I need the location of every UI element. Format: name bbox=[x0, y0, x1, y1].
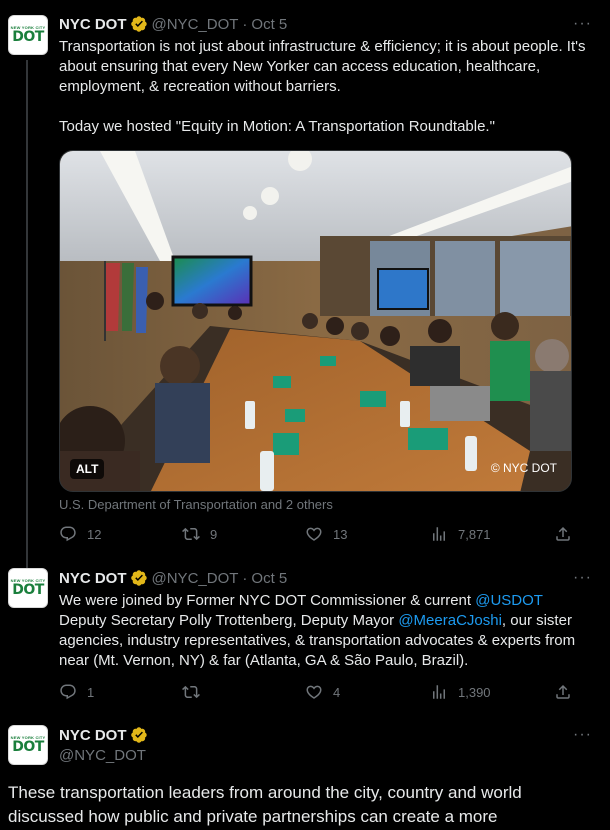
like-icon bbox=[306, 527, 322, 541]
like-icon bbox=[306, 685, 322, 699]
share-button[interactable] bbox=[554, 682, 572, 702]
handle[interactable]: @NYC_DOT bbox=[152, 570, 239, 587]
reply-icon bbox=[60, 526, 76, 542]
separator: · bbox=[242, 15, 248, 33]
tweet-header: NYC DOT @NYC_DOT · Oct 5 bbox=[59, 568, 590, 588]
tweet-paragraph-1: Transportation is not just about infrast… bbox=[59, 38, 586, 95]
avatar-logo-text: DOT bbox=[12, 29, 44, 45]
avatar[interactable]: NEW YORK CITY DOT bbox=[8, 568, 48, 608]
reply-count: 1 bbox=[87, 684, 95, 700]
like-count: 4 bbox=[333, 684, 341, 700]
mention-link[interactable]: @USDOT bbox=[475, 592, 542, 609]
tweet-text: We were joined by Former NYC DOT Commiss… bbox=[59, 591, 590, 671]
verified-badge-icon bbox=[130, 727, 147, 743]
avatar-wrapper[interactable]: NEW YORK CITY DOT bbox=[8, 15, 48, 55]
reply-button[interactable]: 1 bbox=[59, 682, 94, 702]
tweet-text-part: Deputy Secretary Polly Trottenberg, Depu… bbox=[59, 612, 399, 629]
roundtable-photo bbox=[60, 151, 571, 491]
share-icon bbox=[556, 526, 570, 541]
avatar[interactable]: NEW YORK CITY DOT bbox=[8, 15, 48, 55]
like-count: 13 bbox=[333, 526, 348, 542]
like-button[interactable]: 13 bbox=[305, 524, 347, 544]
action-bar: 12 9 13 7,871 bbox=[59, 524, 573, 544]
views-button[interactable]: 1,390 bbox=[430, 682, 491, 702]
views-count: 7,871 bbox=[458, 526, 491, 542]
tweet-header: NYC DOT @NYC_DOT · Oct 5 bbox=[59, 14, 590, 34]
avatar-wrapper[interactable]: NEW YORK CITY DOT bbox=[8, 725, 48, 765]
repost-button[interactable]: 9 bbox=[182, 524, 217, 544]
thread-line-top bbox=[26, 560, 28, 568]
tweet-text: Transportation is not just about infrast… bbox=[59, 37, 590, 137]
reply-count: 12 bbox=[87, 526, 102, 542]
tweet-header: NYC DOT bbox=[59, 725, 590, 745]
views-icon bbox=[433, 685, 445, 699]
tweet-text: These transportation leaders from around… bbox=[8, 783, 522, 826]
repost-icon bbox=[182, 527, 200, 541]
more-icon[interactable]: ··· bbox=[573, 15, 592, 33]
more-icon[interactable]: ··· bbox=[573, 569, 592, 587]
tweet-1[interactable]: NEW YORK CITY DOT NYC DOT @NYC_DOT · Oct… bbox=[0, 0, 610, 562]
avatar-logo-text: DOT bbox=[12, 582, 44, 598]
reply-button[interactable]: 12 bbox=[59, 524, 101, 544]
repost-icon bbox=[182, 685, 200, 699]
avatar-logo-text: DOT bbox=[12, 739, 44, 755]
tweet-paragraph-2: Today we hosted "Equity in Motion: A Tra… bbox=[59, 118, 495, 135]
views-button[interactable]: 7,871 bbox=[430, 524, 491, 544]
alt-text-badge[interactable]: ALT bbox=[70, 459, 105, 479]
avatar[interactable]: NEW YORK CITY DOT bbox=[8, 725, 48, 765]
action-bar: 1 4 1,390 bbox=[59, 682, 573, 702]
views-icon bbox=[433, 527, 445, 541]
handle[interactable]: @NYC_DOT bbox=[59, 747, 590, 764]
views-count: 1,390 bbox=[458, 684, 491, 700]
more-icon[interactable]: ··· bbox=[573, 726, 592, 744]
reply-icon bbox=[60, 684, 76, 700]
tweet-photo[interactable]: ALT © NYC DOT bbox=[59, 150, 572, 492]
display-name[interactable]: NYC DOT bbox=[59, 727, 127, 744]
tagged-users[interactable]: U.S. Department of Transportation and 2 … bbox=[59, 497, 333, 512]
mention-link[interactable]: @MeeraCJoshi bbox=[398, 612, 502, 629]
repost-button[interactable] bbox=[182, 682, 210, 702]
timestamp[interactable]: Oct 5 bbox=[251, 16, 287, 33]
handle[interactable]: @NYC_DOT bbox=[152, 16, 239, 33]
thread-line bbox=[26, 60, 28, 562]
verified-badge-icon bbox=[130, 16, 147, 32]
tweet-text-part: We were joined by Former NYC DOT Commiss… bbox=[59, 592, 476, 609]
verified-badge-icon bbox=[130, 570, 147, 586]
display-name[interactable]: NYC DOT bbox=[59, 570, 127, 587]
repost-count: 9 bbox=[210, 526, 218, 542]
separator: · bbox=[242, 569, 248, 587]
timestamp[interactable]: Oct 5 bbox=[251, 570, 287, 587]
share-icon bbox=[556, 684, 570, 699]
share-button[interactable] bbox=[554, 524, 572, 544]
avatar-wrapper[interactable]: NEW YORK CITY DOT bbox=[8, 568, 48, 608]
like-button[interactable]: 4 bbox=[305, 682, 340, 702]
tweet-2[interactable]: NEW YORK CITY DOT NYC DOT @NYC_DOT · Oct… bbox=[0, 560, 610, 710]
photo-credit: © NYC DOT bbox=[490, 461, 557, 475]
display-name[interactable]: NYC DOT bbox=[59, 16, 127, 33]
